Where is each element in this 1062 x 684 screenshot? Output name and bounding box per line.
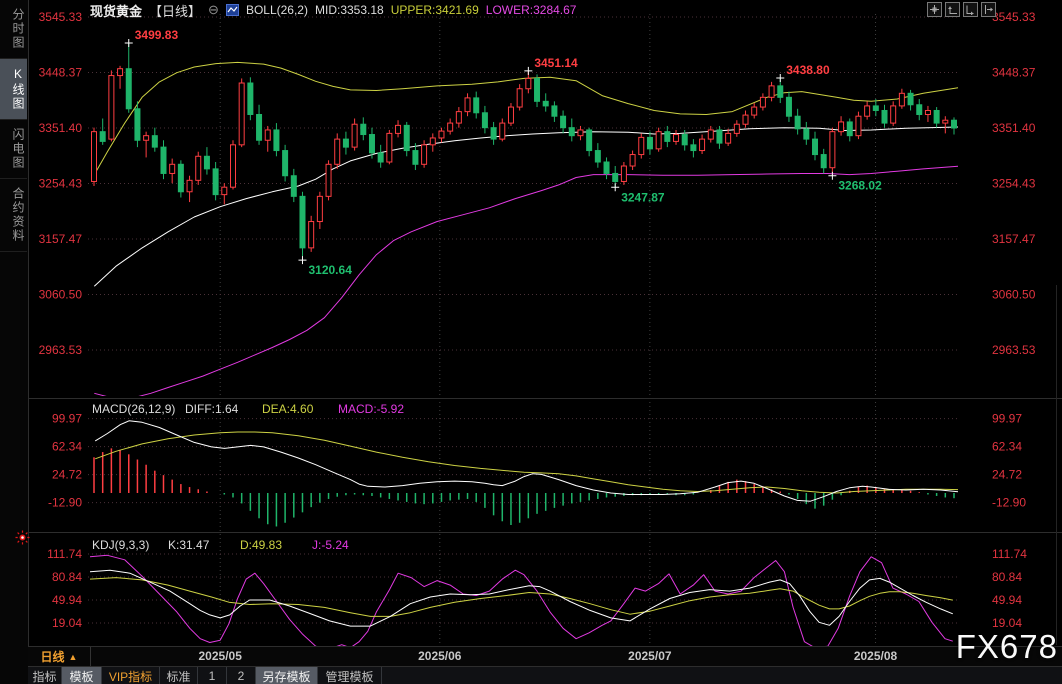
boll-mid-value: MID:3353.18 — [315, 3, 384, 17]
collapse-icon[interactable]: ⊖ — [208, 5, 219, 15]
symbol-name: 现货黄金 — [90, 1, 142, 20]
svg-text:99.97: 99.97 — [992, 412, 1022, 426]
kline-chart[interactable]: 3545.33 3545.33 3448.37 3448.37 3351.40 3351.… — [0, 0, 1062, 648]
svg-text:3448.37: 3448.37 — [39, 65, 83, 79]
sidebar-item-3[interactable]: 合约资料 — [0, 179, 27, 252]
svg-text:DIFF:1.64: DIFF:1.64 — [185, 402, 239, 416]
pan-chart-icon[interactable] — [981, 2, 996, 17]
tab-7[interactable]: 管理模板 — [318, 667, 382, 684]
svg-text:J:-5.24: J:-5.24 — [312, 538, 349, 552]
svg-text:-12.90: -12.90 — [48, 496, 82, 510]
svg-text:24.72: 24.72 — [992, 468, 1022, 482]
macd-header: MACD(26,12,9) DIFF:1.64 DEA:4.60 MACD:-5.92 — [92, 402, 404, 416]
svg-text:DEA:4.60: DEA:4.60 — [262, 402, 314, 416]
tab-3[interactable]: 标准 — [160, 667, 198, 684]
svg-text:3438.80: 3438.80 — [786, 63, 830, 77]
trading-app: 分时图K线图闪电图合约资料 现货黄金 【日线】 ⊖ BOLL(26,2) MID… — [0, 0, 1062, 684]
kdj-layer — [90, 555, 953, 648]
svg-text:3545.33: 3545.33 — [39, 10, 83, 24]
svg-text:3060.50: 3060.50 — [992, 288, 1036, 302]
month-label-2: 2025/07 — [628, 649, 671, 663]
svg-text:3247.87: 3247.87 — [621, 190, 665, 204]
svg-text:D:49.83: D:49.83 — [240, 538, 282, 552]
svg-text:3157.47: 3157.47 — [39, 232, 83, 246]
sidebar-item-0[interactable]: 分时图 — [0, 0, 27, 59]
svg-text:2963.53: 2963.53 — [992, 343, 1036, 357]
svg-text:3254.43: 3254.43 — [39, 177, 83, 191]
kdj-header: KDJ(9,3,3) K:31.47 D:49.83 J:-5.24 — [92, 538, 349, 552]
svg-text:99.97: 99.97 — [52, 412, 82, 426]
svg-text:24.72: 24.72 — [52, 468, 82, 482]
period-arrow-icon: ▲ — [69, 652, 78, 662]
tab-0[interactable]: 指标 — [28, 667, 62, 684]
sidebar-item-1[interactable]: K线图 — [0, 59, 27, 120]
month-label-3: 2025/08 — [854, 649, 897, 663]
live-dot-icon — [15, 530, 30, 550]
month-label-1: 2025/06 — [418, 649, 461, 663]
svg-text:3351.40: 3351.40 — [39, 121, 83, 135]
svg-text:3060.50: 3060.50 — [39, 288, 83, 302]
svg-text:3254.43: 3254.43 — [992, 177, 1036, 191]
tab-1[interactable]: 模板 — [62, 667, 102, 684]
svg-text:3351.40: 3351.40 — [992, 121, 1036, 135]
svg-text:KDJ(9,3,3): KDJ(9,3,3) — [92, 538, 149, 552]
svg-text:3451.14: 3451.14 — [534, 56, 578, 70]
chart-toolbar — [927, 2, 996, 17]
time-axis-row: 日线 ▲ 2025/05 2025/06 2025/07 2025/08 — [28, 646, 1062, 666]
svg-text:19.04: 19.04 — [52, 616, 82, 630]
svg-text:111.74: 111.74 — [47, 547, 82, 561]
svg-text:-12.90: -12.90 — [992, 496, 1026, 510]
svg-text:62.34: 62.34 — [52, 440, 82, 454]
svg-text:3545.33: 3545.33 — [992, 10, 1036, 24]
month-label-0: 2025/05 — [198, 649, 241, 663]
tab-5[interactable]: 2 — [227, 667, 256, 684]
svg-text:80.84: 80.84 — [992, 570, 1022, 584]
svg-text:49.94: 49.94 — [52, 593, 82, 607]
tab-6[interactable]: 另存模板 — [256, 667, 318, 684]
boll-bands — [94, 62, 958, 399]
crosshair-tool-icon[interactable] — [927, 2, 942, 17]
chart-header: 现货黄金 【日线】 ⊖ BOLL(26,2) MID:3353.18 UPPER… — [90, 2, 576, 18]
period-label: 日线 — [41, 648, 65, 665]
sidebar-item-2[interactable]: 闪电图 — [0, 120, 27, 179]
boll-lower-value: LOWER:3284.67 — [486, 3, 577, 17]
zoom-x-axis-icon[interactable] — [963, 2, 978, 17]
svg-text:3499.83: 3499.83 — [135, 28, 179, 42]
svg-text:3120.64: 3120.64 — [308, 263, 352, 277]
period-selector[interactable]: 日线 ▲ — [28, 647, 91, 666]
svg-text:62.34: 62.34 — [992, 440, 1022, 454]
svg-text:3157.47: 3157.47 — [992, 232, 1036, 246]
svg-text:MACD:-5.92: MACD:-5.92 — [338, 402, 404, 416]
indicator-chart-icon[interactable] — [226, 4, 239, 16]
zoom-y-axis-icon[interactable] — [945, 2, 960, 17]
svg-text:49.94: 49.94 — [992, 593, 1022, 607]
fx678-watermark: FX678 — [956, 628, 1058, 666]
svg-text:2963.53: 2963.53 — [39, 343, 83, 357]
boll-upper-value: UPPER:3421.69 — [391, 3, 479, 17]
svg-text:K:31.47: K:31.47 — [168, 538, 210, 552]
svg-text:111.74: 111.74 — [992, 547, 1027, 561]
tab-2[interactable]: VIP指标 — [102, 667, 160, 684]
boll-label: BOLL(26,2) — [246, 3, 308, 17]
svg-text:3448.37: 3448.37 — [992, 65, 1036, 79]
svg-text:MACD(26,12,9): MACD(26,12,9) — [92, 402, 175, 416]
svg-text:3268.02: 3268.02 — [838, 179, 882, 193]
left-sidebar: 分时图K线图闪电图合约资料 — [0, 0, 29, 684]
kdj-axis: 111.74111.7480.8480.8449.9449.9419.0419.… — [47, 547, 1027, 630]
price-annotations: 3499.83 3120.64 3451.14 3247.87 3438.80 3268.… — [125, 28, 882, 277]
tab-4[interactable]: 1 — [198, 667, 227, 684]
period-tag: 【日线】 — [149, 1, 201, 20]
macd-layer — [94, 421, 958, 527]
svg-text:80.84: 80.84 — [52, 570, 82, 584]
bottom-tab-bar: 指标模板VIP指标标准12另存模板管理模板 — [28, 666, 1062, 684]
